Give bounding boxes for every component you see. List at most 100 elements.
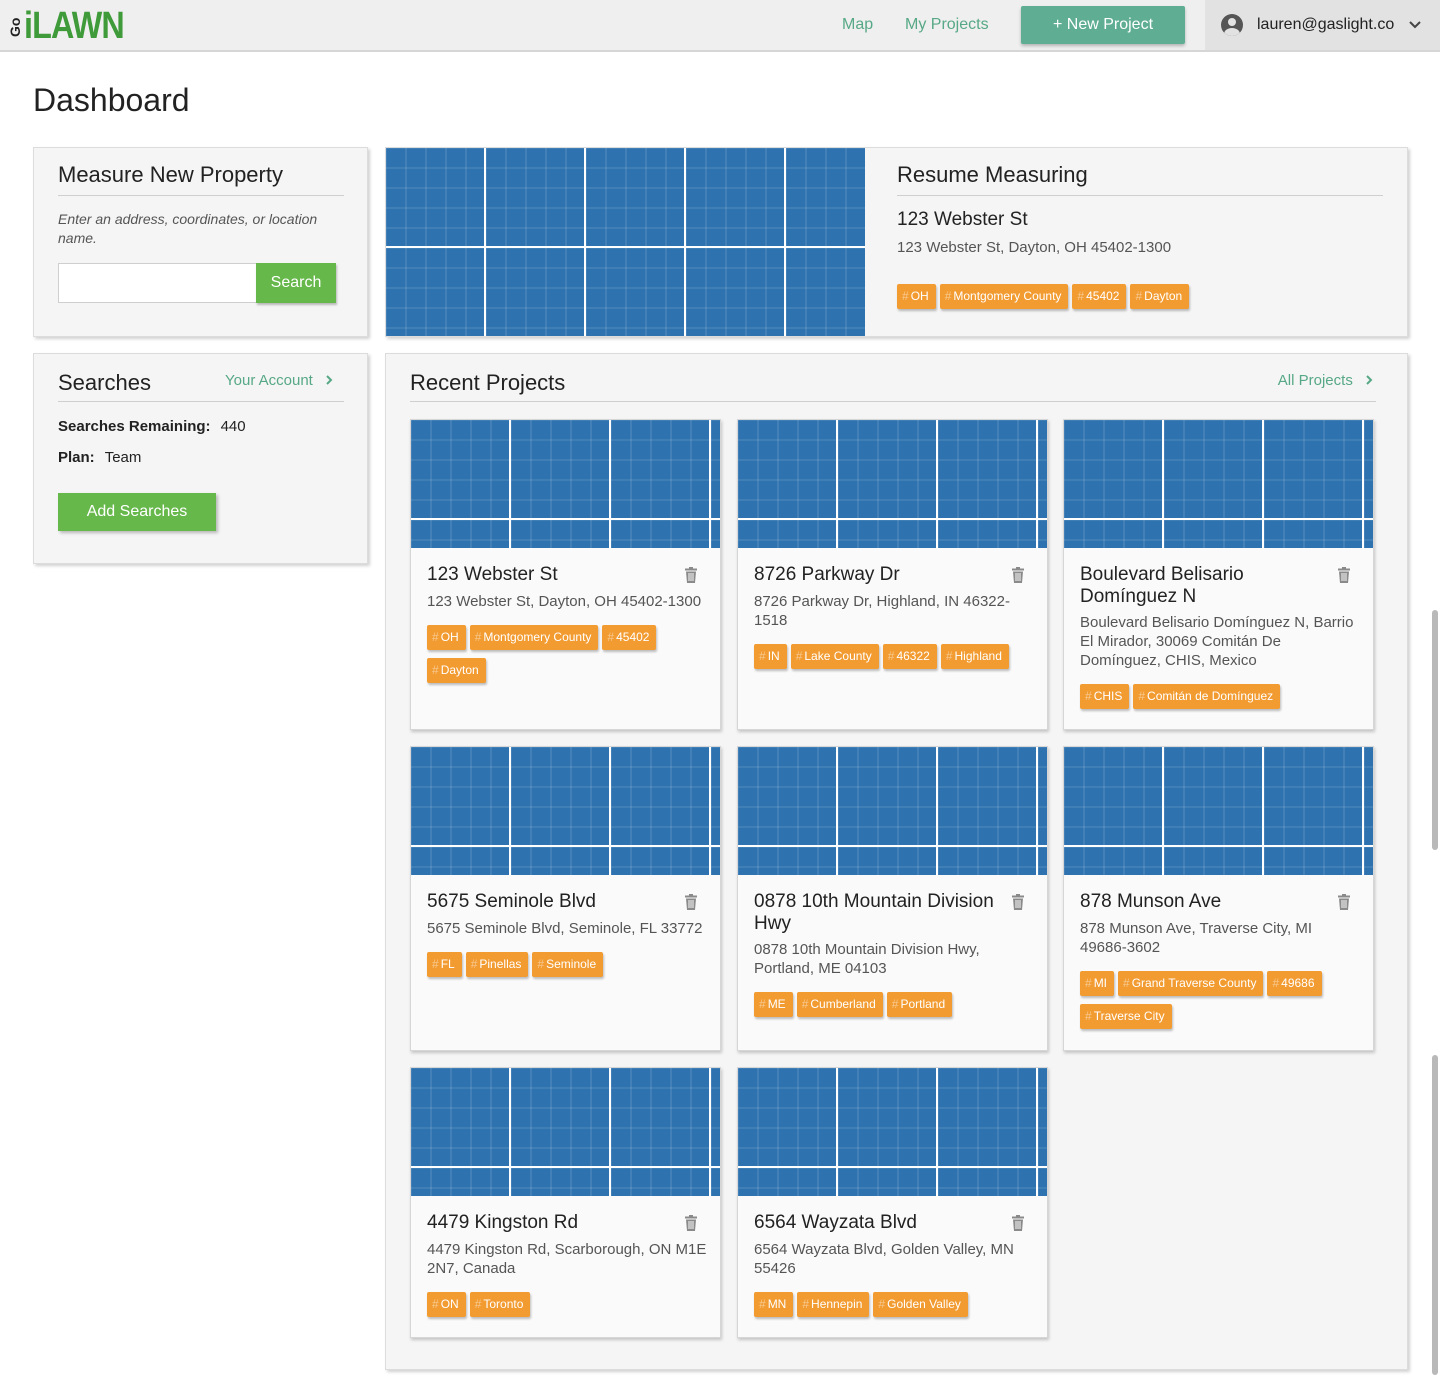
divider xyxy=(58,401,344,402)
project-address: 5675 Seminole Blvd, Seminole, FL 33772 xyxy=(427,920,703,937)
tag-label: ON xyxy=(440,1297,459,1311)
new-project-button[interactable]: + New Project xyxy=(1021,6,1185,44)
nav-map-link[interactable]: Map xyxy=(842,16,873,34)
location-tag[interactable]: #49686 xyxy=(1267,971,1322,996)
location-tag[interactable]: # Pinellas xyxy=(465,952,529,977)
project-address: 6564 Wayzata Blvd, Golden Valley, MN 554… xyxy=(754,1241,1014,1277)
location-tag[interactable]: # MI xyxy=(1080,971,1115,996)
location-tag[interactable]: # Hennepin xyxy=(797,1292,870,1317)
address-search-input[interactable] xyxy=(58,263,256,303)
location-tag[interactable]: # Montgomery County xyxy=(469,625,599,650)
resume-address-full: 123 Webster St, Dayton, OH 45402-1300 xyxy=(897,239,1172,256)
map-thumbnail xyxy=(738,420,1047,548)
search-button[interactable]: Search xyxy=(256,263,336,303)
hash-icon: # xyxy=(470,957,478,971)
project-title[interactable]: 0878 10th Mountain Division Hwy xyxy=(754,891,1004,935)
tag-label: Grand Traverse County xyxy=(1131,976,1257,990)
location-tag[interactable]: # Grand Traverse County xyxy=(1118,971,1264,996)
project-title[interactable]: 6564 Wayzata Blvd xyxy=(754,1212,1004,1234)
map-thumbnail xyxy=(1064,420,1373,548)
project-card[interactable]: 5675 Seminole Blvd 5675 Seminole Blvd, Se… xyxy=(410,746,721,1051)
hash-icon: # xyxy=(432,630,439,644)
hash-icon: # xyxy=(759,1297,766,1311)
location-tag[interactable]: # Highland xyxy=(940,644,1009,669)
logo-prefix: Go xyxy=(7,17,23,37)
trash-icon[interactable] xyxy=(1011,1215,1025,1231)
project-card[interactable]: 4479 Kingston Rd 4479 Kingston Rd, Scarbo… xyxy=(410,1067,721,1338)
searches-remaining-row: Searches Remaining: 440 xyxy=(58,418,246,435)
page-title: Dashboard xyxy=(33,82,190,118)
measure-new-property-panel: Measure New Property Enter an address, c… xyxy=(33,147,368,337)
hash-icon: # xyxy=(1138,689,1146,703)
project-card[interactable]: 0878 10th Mountain Division Hwy 0878 10th… xyxy=(737,746,1048,1051)
location-tag[interactable]: # Montgomery County xyxy=(939,284,1069,309)
location-tag[interactable]: # Lake County xyxy=(790,644,879,669)
location-tag[interactable]: # Toronto xyxy=(469,1292,531,1317)
project-title[interactable]: Boulevard Belisario Domínguez N xyxy=(1080,564,1330,608)
hash-icon: # xyxy=(1077,289,1085,303)
project-title[interactable]: 8726 Parkway Dr xyxy=(754,564,1004,586)
trash-icon[interactable] xyxy=(684,894,698,910)
resume-address-title[interactable]: 123 Webster St xyxy=(897,209,1028,231)
chevron-right-icon xyxy=(1366,375,1373,385)
project-title[interactable]: 878 Munson Ave xyxy=(1080,891,1330,913)
hash-icon: # xyxy=(887,649,895,663)
your-account-label: Your Account xyxy=(225,372,313,389)
location-tag[interactable]: # Comitán de Domínguez xyxy=(1133,684,1281,709)
hash-icon: # xyxy=(432,957,439,971)
location-tag[interactable]: # Portland xyxy=(886,992,953,1017)
location-tag[interactable]: # ME xyxy=(754,992,793,1017)
location-tag[interactable]: #46322 xyxy=(882,644,937,669)
map-thumbnail xyxy=(411,420,720,548)
location-tag[interactable]: # CHIS xyxy=(1080,684,1130,709)
all-projects-link[interactable]: All Projects xyxy=(1278,372,1375,389)
hash-icon: # xyxy=(902,289,909,303)
location-tag[interactable]: # IN xyxy=(754,644,787,669)
project-address: 8726 Parkway Dr, Highland, IN 46322-1518 xyxy=(754,593,1010,629)
trash-icon[interactable] xyxy=(1011,567,1025,583)
project-card[interactable]: 6564 Wayzata Blvd 6564 Wayzata Blvd, Gold… xyxy=(737,1067,1048,1338)
tag-label: Dayton xyxy=(440,663,479,677)
location-tag[interactable]: # Cumberland xyxy=(796,992,883,1017)
trash-icon[interactable] xyxy=(1011,894,1025,910)
project-card[interactable]: 878 Munson Ave 878 Munson Ave, Traverse C… xyxy=(1063,746,1374,1051)
location-tag[interactable]: # Traverse City xyxy=(1080,1004,1172,1029)
project-title[interactable]: 4479 Kingston Rd xyxy=(427,1212,677,1234)
tag-label: Comitán de Domínguez xyxy=(1147,689,1274,703)
trash-icon[interactable] xyxy=(1337,894,1351,910)
location-tag[interactable]: # Seminole xyxy=(532,952,604,977)
map-thumbnail xyxy=(386,148,865,336)
project-body: 4479 Kingston Rd, Scarborough, ON M1E 2N… xyxy=(427,1240,707,1317)
project-card[interactable]: 8726 Parkway Dr 8726 Parkway Dr, Highland… xyxy=(737,419,1048,730)
project-body: 878 Munson Ave, Traverse City, MI 49686-… xyxy=(1080,919,1360,1029)
location-tag[interactable]: # OH xyxy=(897,284,936,309)
scrollbar-thumb[interactable] xyxy=(1432,1055,1438,1375)
project-card[interactable]: Boulevard Belisario Domínguez N Boulevard… xyxy=(1063,419,1374,730)
trash-icon[interactable] xyxy=(684,567,698,583)
location-tag[interactable]: # Dayton xyxy=(1130,284,1190,309)
your-account-link[interactable]: Your Account xyxy=(225,372,335,389)
add-searches-button[interactable]: Add Searches xyxy=(58,493,216,531)
location-tag[interactable]: # MN xyxy=(754,1292,794,1317)
project-body: 8726 Parkway Dr, Highland, IN 46322-1518… xyxy=(754,592,1034,669)
resume-measuring-panel[interactable]: Resume Measuring 123 Webster St 123 Webs… xyxy=(385,147,1408,337)
location-tag[interactable]: # Golden Valley xyxy=(873,1292,968,1317)
location-tag[interactable]: # Dayton xyxy=(427,658,486,683)
project-title[interactable]: 123 Webster St xyxy=(427,564,677,586)
hash-icon: # xyxy=(432,663,439,677)
location-tag[interactable]: #45402 xyxy=(602,625,657,650)
location-tag[interactable]: # ON xyxy=(427,1292,466,1317)
location-tag[interactable]: # FL xyxy=(427,952,462,977)
tag-label: MN xyxy=(767,1297,787,1311)
location-tag[interactable]: #45402 xyxy=(1072,284,1127,309)
location-tag[interactable]: # OH xyxy=(427,625,466,650)
scrollbar-thumb[interactable] xyxy=(1432,610,1438,850)
nav-my-projects-link[interactable]: My Projects xyxy=(905,16,989,34)
goilawn-logo[interactable]: Go iLAWN xyxy=(6,4,141,46)
project-title[interactable]: 5675 Seminole Blvd xyxy=(427,891,677,913)
trash-icon[interactable] xyxy=(684,1215,698,1231)
user-menu[interactable]: lauren@gaslight.co xyxy=(1205,0,1440,50)
trash-icon[interactable] xyxy=(1337,567,1351,583)
map-thumbnail xyxy=(738,747,1047,875)
project-card[interactable]: 123 Webster St 123 Webster St, Dayton, OH… xyxy=(410,419,721,730)
